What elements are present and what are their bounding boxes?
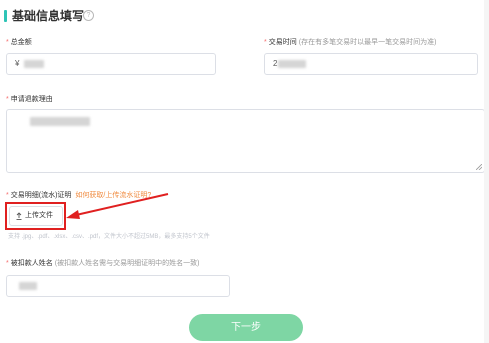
section-title: 基础信息填写 — [12, 9, 85, 23]
trade-time-value: 2 — [273, 59, 278, 68]
annotation-highlight-box — [5, 202, 66, 230]
total-amount-label: * 总金额 — [6, 38, 32, 48]
trade-time-label-text: 交易时间 — [268, 39, 297, 46]
total-amount-label-text: 总金额 — [10, 39, 32, 46]
annotation-arrow-icon — [66, 193, 169, 219]
proof-label-text: 交易明细(流水)证明 — [10, 192, 72, 199]
refund-reason-label-text: 申请退款理由 — [10, 96, 53, 103]
required-mark: * — [264, 39, 267, 46]
total-amount-input[interactable]: ¥ — [6, 53, 216, 75]
page-scrollbar[interactable] — [484, 0, 489, 343]
resize-handle-icon[interactable] — [476, 164, 482, 170]
next-step-button[interactable]: 下一步 — [189, 314, 303, 341]
blurred-reason-text — [30, 117, 90, 126]
question-circle-icon[interactable]: ? — [83, 10, 94, 21]
payer-name-label: * 被扣款人姓名 (被扣款人姓名需与交易明细证明中的姓名一致) — [6, 259, 199, 269]
trade-time-input[interactable]: 2 — [264, 53, 478, 75]
blurred-time-value — [278, 60, 306, 68]
currency-symbol: ¥ — [15, 59, 20, 68]
refund-reason-textarea[interactable] — [6, 109, 485, 173]
trade-time-label: * 交易时间 (存在有多笔交易时以最早一笔交易时间为准) — [264, 38, 436, 48]
payer-name-label-text: 被扣款人姓名 — [10, 260, 53, 267]
trade-time-hint: (存在有多笔交易时以最早一笔交易时间为准) — [298, 39, 437, 46]
required-mark: * — [6, 96, 9, 103]
payer-name-hint: (被扣款人姓名需与交易明细证明中的姓名一致) — [54, 260, 200, 267]
required-mark: * — [6, 39, 9, 46]
blurred-amount-value — [24, 60, 44, 68]
section-accent-bar — [4, 10, 7, 22]
refund-reason-label: * 申请退款理由 — [6, 95, 53, 105]
required-mark: * — [6, 192, 9, 199]
payer-name-input[interactable] — [6, 275, 230, 297]
upload-hint: 支持 .jpg、.pdf、.xlsx、.csv、.pdf，文件大小不超过5MB，… — [8, 234, 210, 240]
blurred-name-value — [19, 282, 37, 290]
required-mark: * — [6, 260, 9, 267]
